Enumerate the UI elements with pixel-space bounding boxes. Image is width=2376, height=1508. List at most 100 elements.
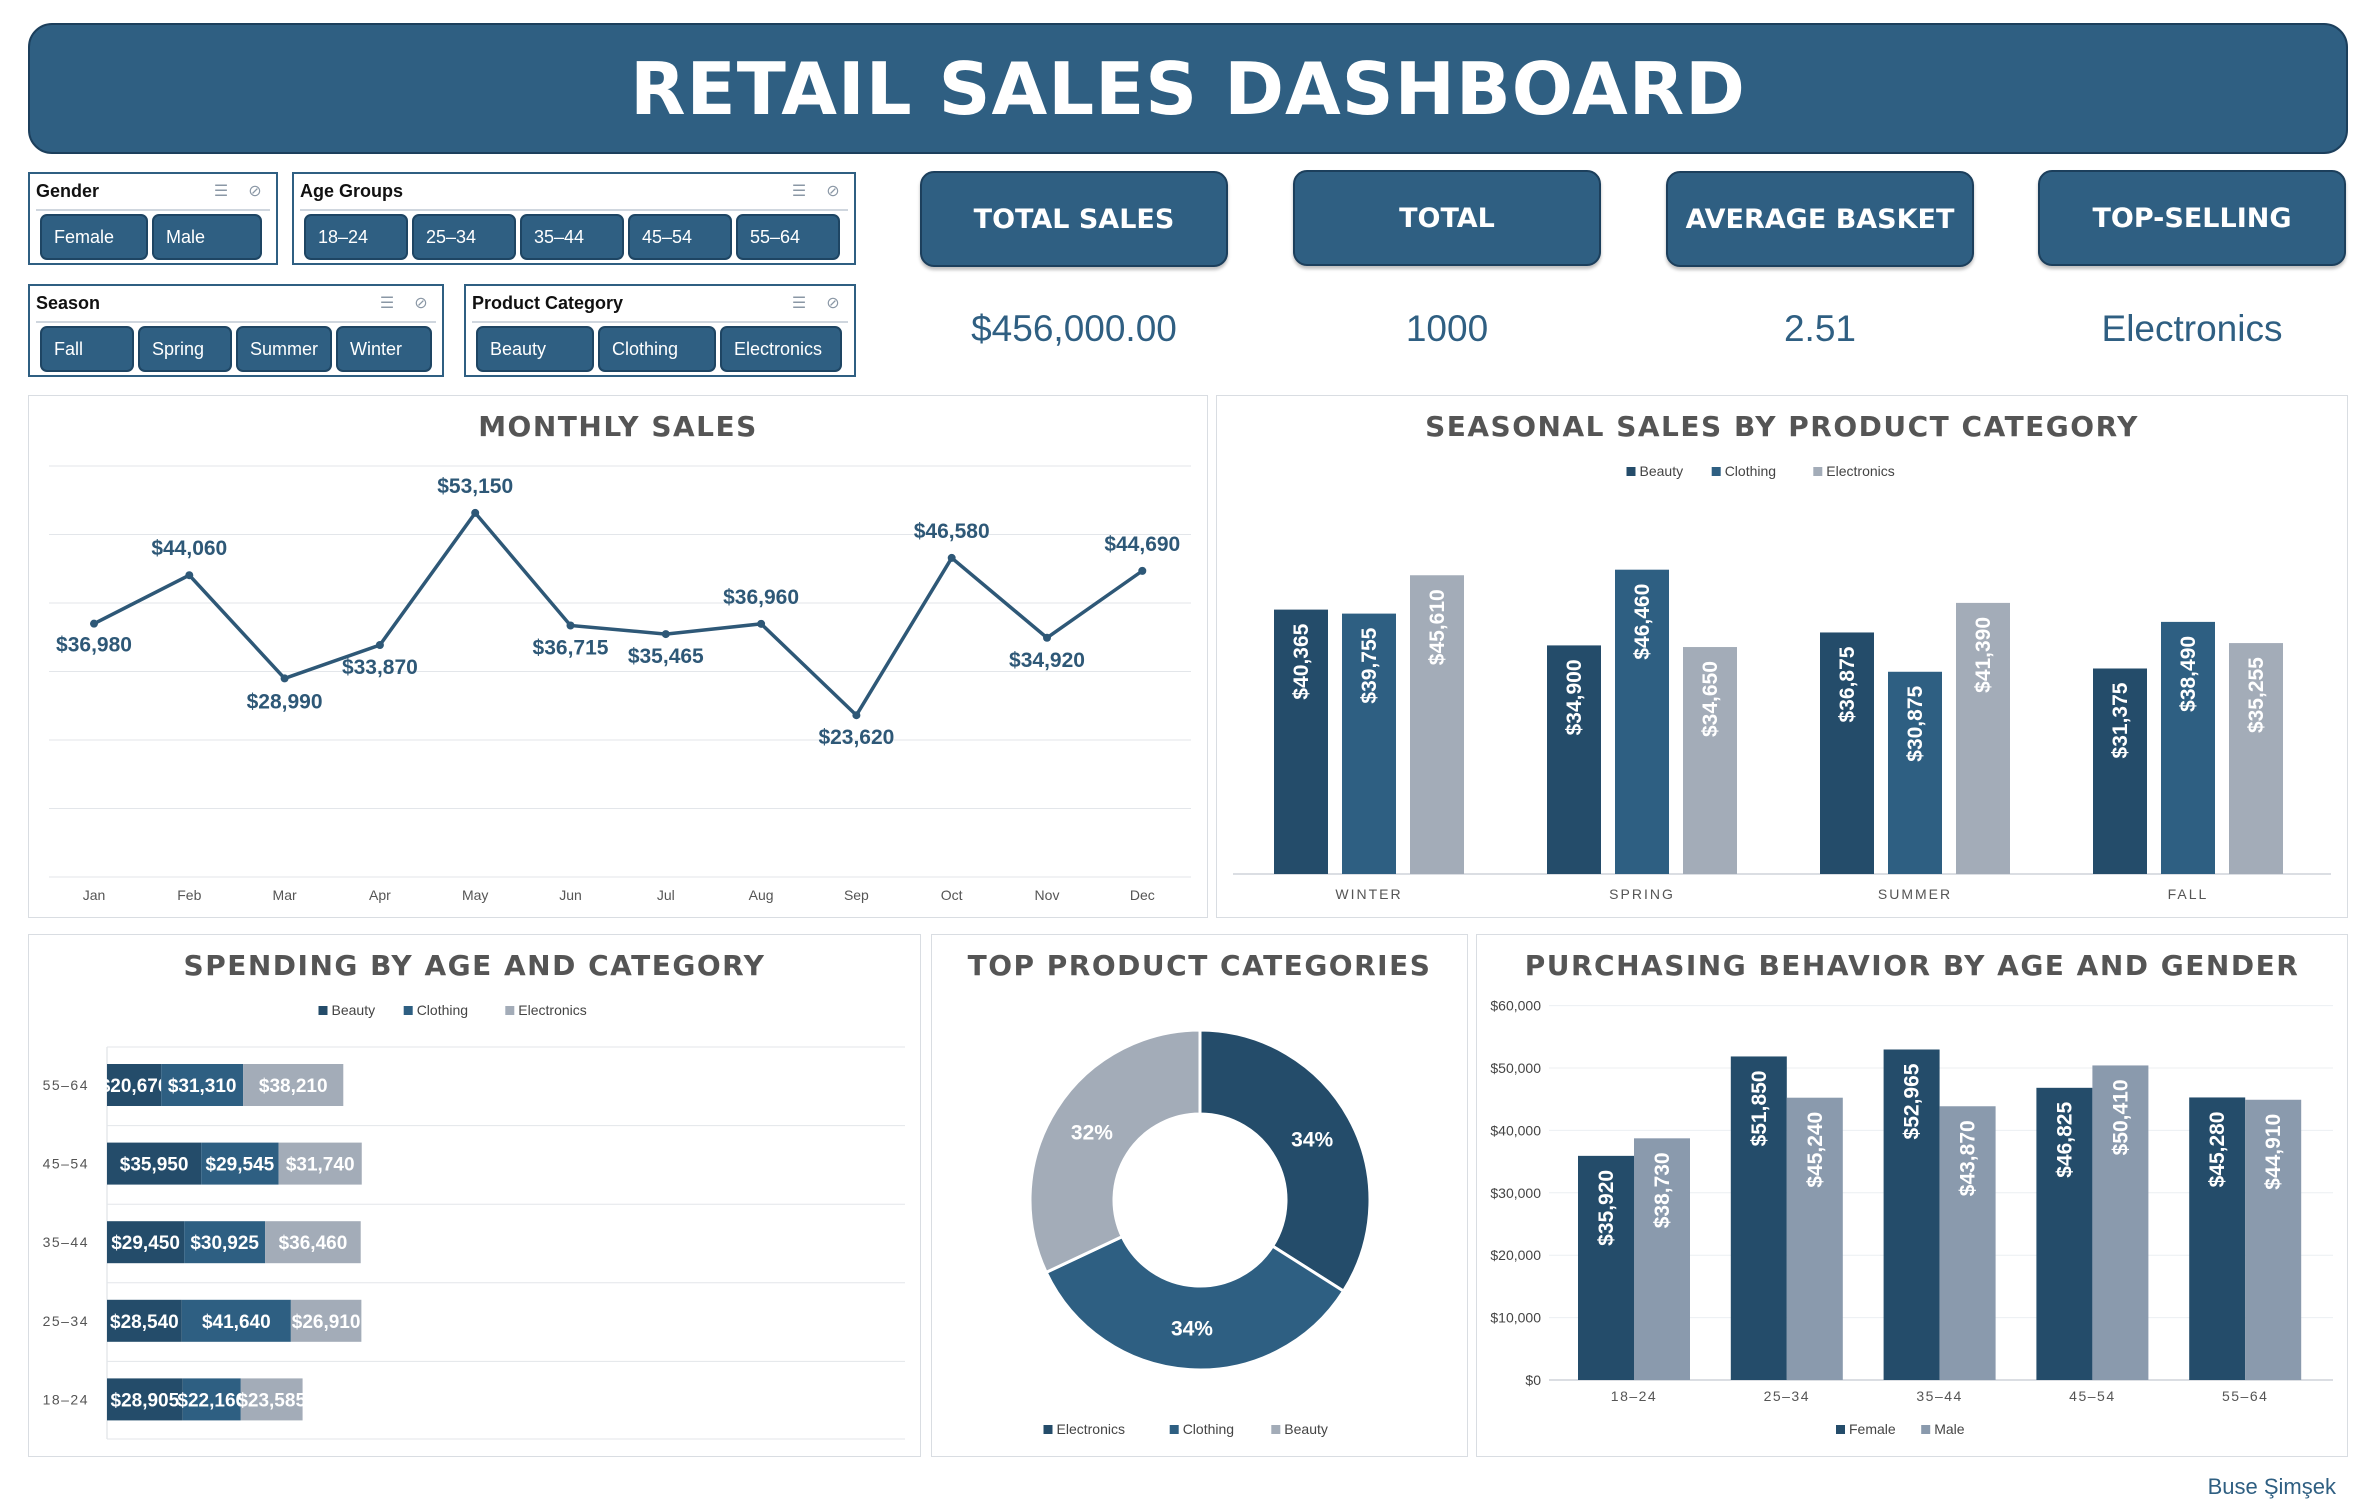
slicer-chip-age-35-44[interactable]: 35–44 — [520, 214, 624, 260]
bar-label: $31,310 — [168, 1076, 237, 1097]
slice-label: 34% — [1171, 1318, 1213, 1341]
y-tick-label: $0 — [1525, 1372, 1541, 1388]
slicer-chip-age-55-64[interactable]: 55–64 — [736, 214, 840, 260]
kpi-top-selling-value: Electronics — [2101, 308, 2283, 349]
bar-label: $40,365 — [1290, 623, 1313, 699]
slicer-chip-age-18-24[interactable]: 18–24 — [304, 214, 408, 260]
data-point — [471, 508, 480, 517]
bar-label: $38,210 — [259, 1076, 328, 1097]
data-point — [1043, 633, 1051, 642]
bar-label: $29,450 — [111, 1233, 180, 1254]
bar-label: $51,850 — [1748, 1070, 1771, 1146]
kpi-total-sales-value: $456,000.00 — [971, 308, 1177, 349]
product-category-slicer: Product Category ☰ ⊘ Beauty Clothing Ele… — [464, 284, 856, 377]
legend-label: Beauty — [1640, 463, 1684, 479]
data-point — [852, 711, 861, 720]
slicer-chip-summer[interactable]: Summer — [236, 326, 332, 372]
bar-label: $35,950 — [120, 1155, 189, 1176]
slicer-chip-clothing[interactable]: Clothing — [598, 326, 716, 372]
legend-label: Electronics — [1826, 463, 1894, 479]
data-point — [375, 640, 384, 649]
data-point — [947, 553, 956, 562]
legend-swatch — [1711, 467, 1721, 476]
multi-select-icon[interactable]: ☰ — [788, 182, 810, 202]
bar-label: $28,540 — [110, 1312, 179, 1333]
x-tick-label: 55–64 — [2222, 1388, 2268, 1404]
dashboard-title: RETAIL SALES DASHBOARD — [630, 46, 1746, 131]
x-tick-label: SPRING — [1609, 886, 1675, 902]
x-tick-label: Oct — [941, 887, 963, 903]
bar-label: $39,755 — [1358, 627, 1381, 703]
multi-select-icon[interactable]: ☰ — [210, 182, 232, 202]
age-groups-slicer: Age Groups ☰ ⊘ 18–24 25–34 35–44 45–54 5… — [292, 172, 856, 265]
slicer-chip-winter[interactable]: Winter — [336, 326, 432, 372]
data-label: $36,980 — [56, 634, 132, 657]
bar-label: $44,910 — [2262, 1114, 2285, 1190]
bar-label: $45,280 — [2206, 1111, 2229, 1187]
legend-swatch — [1271, 1425, 1281, 1434]
donut-slice — [1028, 1028, 1202, 1275]
data-point — [90, 619, 98, 628]
multi-select-icon[interactable]: ☰ — [788, 294, 810, 314]
x-tick-label: WINTER — [1335, 886, 1402, 902]
bar-label: $38,490 — [2177, 636, 2200, 712]
kpi-top-selling-header: TOP-SELLING — [2038, 170, 2346, 266]
bar-label: $23,585 — [237, 1390, 306, 1411]
clear-filter-icon[interactable]: ⊘ — [410, 294, 432, 314]
x-tick-label: Mar — [273, 887, 297, 903]
legend-swatch — [403, 1006, 413, 1015]
data-label: $53,150 — [437, 475, 513, 498]
clear-filter-icon[interactable]: ⊘ — [822, 294, 844, 314]
legend-swatch — [318, 1006, 328, 1015]
legend-label: Clothing — [1183, 1421, 1234, 1437]
x-tick-label: Feb — [177, 887, 201, 903]
data-point — [185, 571, 194, 580]
kpi-total-value: 1000 — [1405, 308, 1489, 349]
legend-swatch — [1921, 1425, 1931, 1434]
x-tick-label: SUMMER — [1878, 886, 1952, 902]
bar-label: $36,875 — [1836, 646, 1859, 722]
legend-swatch — [1813, 467, 1823, 476]
slicer-chip-age-45-54[interactable]: 45–54 — [628, 214, 732, 260]
bar-label: $36,460 — [279, 1233, 348, 1254]
slicer-chip-spring[interactable]: Spring — [138, 326, 232, 372]
kpi-average-basket-value: 2.51 — [1783, 308, 1856, 349]
legend-swatch — [1626, 467, 1636, 476]
bar-label: $46,825 — [2053, 1102, 2076, 1178]
slicer-chip-electronics[interactable]: Electronics — [720, 326, 842, 372]
legend-label: Electronics — [1057, 1421, 1125, 1437]
x-tick-label: 18–24 — [1611, 1388, 1657, 1404]
data-label: $34,920 — [1009, 649, 1085, 672]
data-point — [280, 674, 289, 683]
bar-label: $34,900 — [1563, 659, 1586, 735]
monthly-sales-chart: $36,980 Jan $44,060 Feb $28,990 Mar $33,870 Apr… — [49, 465, 1191, 903]
slicer-chip-beauty[interactable]: Beauty — [476, 326, 594, 372]
multi-select-icon[interactable]: ☰ — [376, 294, 398, 314]
bar-label: $30,875 — [1904, 685, 1927, 761]
legend-label: Beauty — [332, 1002, 376, 1018]
bar-label: $35,255 — [2245, 657, 2268, 733]
clear-filter-icon[interactable]: ⊘ — [822, 182, 844, 202]
kpi-total-sales-header: TOTAL SALES — [920, 171, 1228, 267]
bar-label: $45,610 — [1426, 589, 1449, 665]
slicer-chip-fall[interactable]: Fall — [40, 326, 134, 372]
y-tick-label: 18–24 — [43, 1391, 89, 1407]
data-point — [757, 619, 766, 628]
legend-label: Male — [1934, 1421, 1965, 1437]
y-tick-label: $10,000 — [1490, 1310, 1541, 1326]
slicer-chip-male[interactable]: Male — [152, 214, 262, 260]
x-tick-label: Jun — [559, 887, 582, 903]
x-tick-label: Jan — [83, 887, 106, 903]
data-point — [1138, 566, 1147, 575]
chart-legend: Beauty Clothing Electronics — [318, 1002, 587, 1018]
chart-legend: Electronics Clothing Beauty — [1043, 1421, 1328, 1437]
y-tick-label: $30,000 — [1490, 1185, 1541, 1201]
x-tick-label: May — [462, 887, 488, 903]
slicer-chip-age-25-34[interactable]: 25–34 — [412, 214, 516, 260]
bar-label: $50,410 — [2109, 1079, 2132, 1155]
legend-label: Clothing — [1725, 463, 1776, 479]
bar-label: $41,640 — [202, 1312, 271, 1333]
clear-filter-icon[interactable]: ⊘ — [244, 182, 266, 202]
gender-slicer: Gender ☰ ⊘ Female Male — [28, 172, 278, 265]
slicer-chip-female[interactable]: Female — [40, 214, 148, 260]
